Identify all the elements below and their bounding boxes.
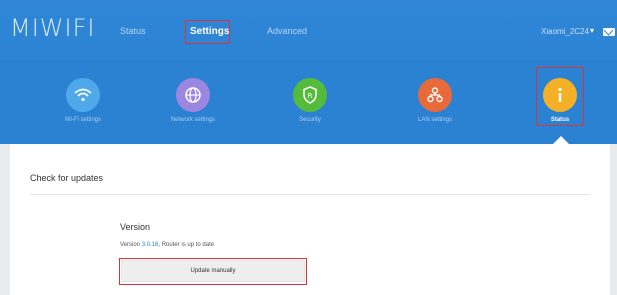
nav-item-lan-settings[interactable]: LAN settings [405,78,465,123]
account-name[interactable]: Xiaomi_2C24 [541,27,589,36]
version-status-text: Version 3.0.16, Router is up to date [120,242,214,248]
nav-item-label: Wi-Fi settings [64,117,102,123]
svg-text:R: R [308,92,313,100]
nav-item-security[interactable]: R Security [280,78,340,123]
lan-icon [418,78,452,112]
version-suffix: , Router is up to date [158,242,215,248]
section-title: Check for updates [30,173,104,183]
nav-item-label: Security [299,117,321,123]
version-prefix: Version [120,242,142,248]
nav-item-label: Network settings [170,117,216,123]
divider [30,194,590,195]
mail-icon[interactable] [603,28,615,36]
active-tab-pointer [553,136,569,144]
nav-item-label: LAN settings [417,117,453,123]
version-number: 3.0.16 [141,242,159,248]
status-highlight-box [536,67,584,126]
content-panel [10,144,610,295]
tab-advanced[interactable]: Advanced [267,26,307,36]
miwifi-logo[interactable]: MIWIFI [10,14,95,42]
nav-item-network-settings[interactable]: Network settings [163,78,223,123]
chevron-down-icon[interactable]: ▾ [590,26,594,35]
update-button-highlight-box [119,258,307,285]
version-heading: Version [120,222,151,232]
tab-status[interactable]: Status [120,26,146,36]
top-nav-bar: MIWIFI Status Settings Advanced Xiaomi_2… [0,0,617,60]
globe-icon [176,78,210,112]
shield-icon: R [293,78,327,112]
settings-highlight-box [185,20,230,44]
wifi-icon [66,78,100,112]
nav-item-wifi-settings[interactable]: Wi-Fi settings [53,78,113,123]
